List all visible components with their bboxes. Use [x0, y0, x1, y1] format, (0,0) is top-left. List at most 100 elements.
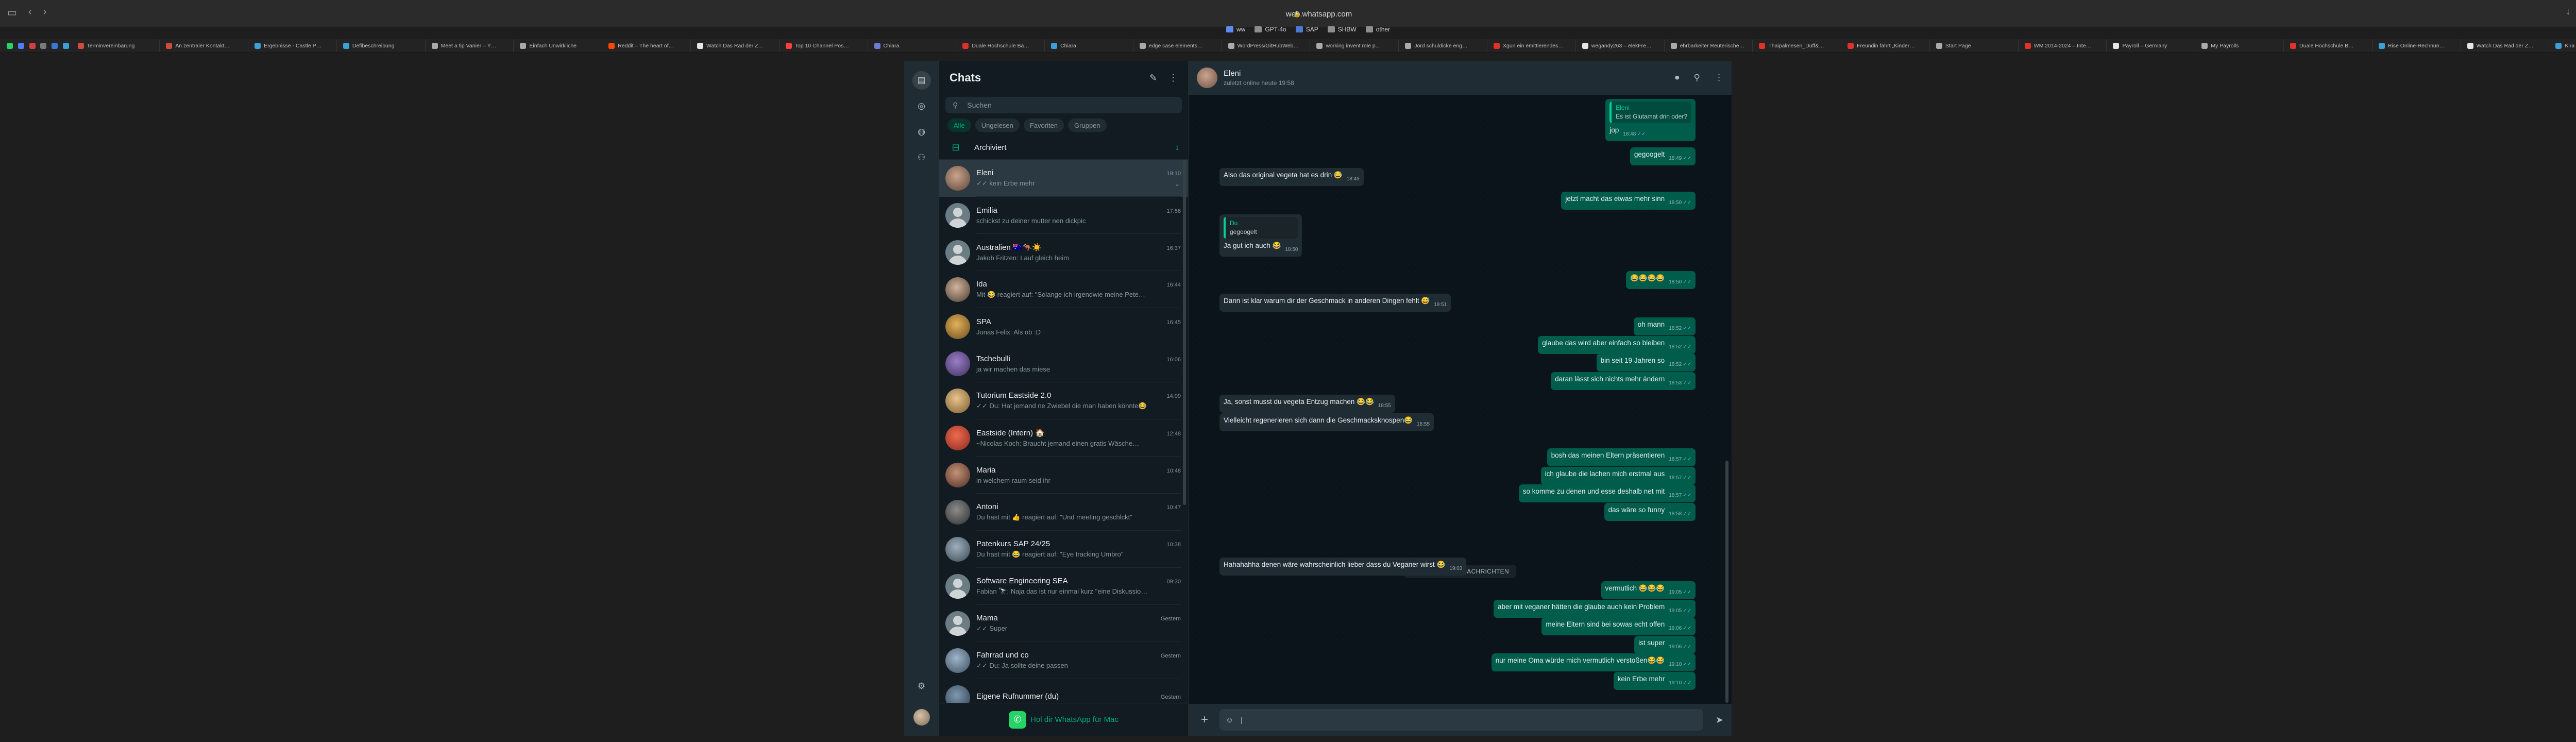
chat-list-item[interactable]: SPA 16:45 Jonas Felix: Als ob :D: [939, 308, 1188, 345]
conversation-menu-icon[interactable]: ⋮: [1715, 73, 1723, 83]
browser-tab[interactable]: Start Page: [1930, 39, 2019, 52]
outgoing-message[interactable]: aber mit veganer hätten die glaube auch …: [1493, 600, 1696, 618]
browser-tab[interactable]: Payroll – Germany: [2107, 39, 2196, 52]
bookmark-item[interactable]: SAP: [1295, 26, 1318, 33]
filter-chip[interactable]: Favoriten: [1023, 119, 1064, 132]
forward-icon[interactable]: ›: [43, 6, 47, 19]
chat-list-item[interactable]: Mama Gestern ✓✓ Super: [939, 605, 1188, 642]
browser-tab[interactable]: Einfach Unwirkliche: [514, 39, 603, 52]
chat-list-item[interactable]: Maria 10:48 in welchem raum seid ihr: [939, 457, 1188, 494]
filter-chip[interactable]: Gruppen: [1068, 119, 1107, 132]
outgoing-message[interactable]: vermutlich 😂😂😂 19:05 ✓✓: [1601, 581, 1696, 599]
incoming-message[interactable]: Vielleicht regenerieren sich dann die Ge…: [1219, 413, 1434, 431]
chat-list-scrollbar[interactable]: [1183, 160, 1187, 736]
browser-tab[interactable]: Duale Hochschule Ba…: [956, 39, 1045, 52]
outgoing-message[interactable]: Eleni Es ist Glutamat drin oder? jop 18:48 ✓…: [1605, 99, 1696, 141]
quoted-message[interactable]: Du gegoogelt: [1224, 217, 1298, 239]
browser-tab[interactable]: Chiara: [1045, 39, 1133, 52]
incoming-message[interactable]: Hahahahha denen wäre wahrscheinlich lieb…: [1219, 558, 1467, 576]
outgoing-message[interactable]: bin seit 19 Jahren so 18:52 ✓✓: [1596, 353, 1696, 372]
pinned-tab[interactable]: [4, 40, 15, 52]
chat-list-item[interactable]: Tschebulli 16:06 ja wir machen das miese: [939, 345, 1188, 382]
video-call-icon[interactable]: ⏺: [1675, 73, 1680, 83]
browser-tab[interactable]: Watch Das Rad der Z…: [2461, 39, 2550, 52]
bookmark-item[interactable]: other: [1365, 26, 1390, 33]
browser-tab[interactable]: My Payrolls: [2195, 39, 2284, 52]
browser-tab[interactable]: wegandy263 – elekFre…: [1576, 39, 1665, 52]
browser-tab[interactable]: Meet a tip Vanier – Y…: [426, 39, 514, 52]
communities-icon[interactable]: ⚇: [912, 148, 931, 167]
browser-tab[interactable]: Ergebnisse - Castle P…: [248, 39, 337, 52]
chat-list-item[interactable]: Emilia 17:56 schickst zu deiner mutter nen…: [939, 197, 1188, 234]
outgoing-message[interactable]: daran lässt sich nichts mehr ändern 18:53…: [1551, 372, 1696, 390]
chat-list-item[interactable]: Software Engineering SEA 09:30 Fabian 🔭: N…: [939, 568, 1188, 605]
search-messages-icon[interactable]: ⚲: [1694, 73, 1700, 83]
pinned-tab[interactable]: [27, 40, 38, 52]
browser-tab[interactable]: WordPress/GitHubWeb…: [1222, 39, 1311, 52]
browser-tab[interactable]: Chiara: [868, 39, 957, 52]
outgoing-message[interactable]: ist super 19:06 ✓✓: [1634, 636, 1696, 654]
browser-tab[interactable]: WM 2014-2024 – Inte…: [2019, 39, 2107, 52]
browser-tab[interactable]: Reddit – The heart of…: [602, 39, 691, 52]
browser-tab[interactable]: Kira heinrsigt – Goog…: [2549, 40, 2576, 52]
bookmark-item[interactable]: ww: [1226, 26, 1245, 33]
channels-icon[interactable]: ◍: [912, 123, 931, 141]
chevron-down-icon[interactable]: ⌄: [1175, 180, 1180, 188]
outgoing-message[interactable]: nur meine Oma würde mich vermutlich vers…: [1491, 653, 1696, 671]
browser-tab[interactable]: Watch Das Rad der Z…: [691, 39, 779, 52]
bookmark-item[interactable]: SHBW: [1327, 26, 1357, 33]
message-scrollbar[interactable]: [1725, 100, 1730, 703]
pinned-tab[interactable]: [38, 40, 49, 52]
new-chat-icon[interactable]: ✎: [1149, 73, 1157, 83]
chat-list-item[interactable]: Ida 16:44 Mit 😂 reagiert auf: "Solange ich…: [939, 271, 1188, 308]
message-area[interactable]: 7 UNGELESENE NACHRICHTEN EleniEs ist Glu…: [1189, 95, 1732, 704]
message-input-box[interactable]: ☺: [1219, 709, 1703, 731]
browser-tab[interactable]: edge case elements…: [1133, 39, 1222, 52]
incoming-message[interactable]: Du gegoogelt Ja gut ich auch 😂 18:50: [1219, 214, 1302, 257]
browser-tab[interactable]: Thaipalmesen_Duff&…: [1753, 39, 1842, 52]
message-input[interactable]: [1241, 715, 1697, 724]
emoji-icon[interactable]: ☺: [1226, 716, 1233, 724]
browser-tab[interactable]: An zentraler Kontakt…: [160, 39, 249, 52]
browser-tab[interactable]: Top 10 Channel Pos…: [779, 39, 868, 52]
outgoing-message[interactable]: so komme zu denen und esse deshalb net m…: [1518, 484, 1696, 502]
chat-list-item[interactable]: Eleni 19:10 ✓✓ kein Erbe mehr ⌄: [939, 160, 1188, 197]
outgoing-message[interactable]: bosh das meinen Eltern präsentieren 18:57…: [1547, 448, 1696, 466]
outgoing-message[interactable]: kein Erbe mehr 19:10 ✓✓: [1613, 672, 1696, 690]
pinned-tab[interactable]: [15, 40, 27, 52]
browser-tab[interactable]: Terminvereinbarung: [72, 39, 160, 52]
quoted-message[interactable]: Eleni Es ist Glutamat drin oder?: [1609, 102, 1691, 123]
filter-chip[interactable]: Ungelesen: [975, 119, 1020, 132]
search-bar[interactable]: ⚲: [945, 97, 1182, 113]
outgoing-message[interactable]: oh mann 18:52 ✓✓: [1633, 317, 1696, 335]
outgoing-message[interactable]: glaube das wird aber einfach so bleiben 1…: [1538, 336, 1696, 354]
filter-chip[interactable]: Alle: [947, 119, 971, 132]
browser-tab[interactable]: ehrbarkeiter Reuterische…: [1665, 39, 1753, 52]
menu-icon[interactable]: ⋮: [1168, 73, 1178, 83]
browser-tab[interactable]: working invent role p…: [1310, 39, 1399, 52]
outgoing-message[interactable]: meine Eltern sind bei sowas echt offen 19…: [1541, 617, 1696, 635]
chat-list-item[interactable]: Tutorium Eastside 2.0 14:09 ✓✓ Du: Hat jem…: [939, 382, 1188, 419]
profile-avatar[interactable]: [913, 709, 930, 726]
pinned-tab[interactable]: [49, 40, 60, 52]
chat-list-item[interactable]: Patenkurs SAP 24/25 10:38 Du hast mit 😂 re…: [939, 531, 1188, 568]
browser-tab[interactable]: Xgun ein emittierendes…: [1487, 39, 1576, 52]
download-icon[interactable]: ↓: [2566, 6, 2571, 17]
browser-tab[interactable]: Defibeschreibung: [337, 39, 426, 52]
sidebar-toggle-icon[interactable]: ▭: [7, 6, 17, 19]
browser-tab[interactable]: Freundin fährt „Kinder…: [1841, 39, 1930, 52]
outgoing-message[interactable]: das wäre so funny 18:58 ✓✓: [1604, 503, 1696, 521]
chats-icon[interactable]: ▤: [912, 71, 931, 90]
status-icon[interactable]: ◎: [912, 97, 931, 115]
pinned-tab[interactable]: [60, 40, 72, 52]
outgoing-message[interactable]: jetzt macht das etwas mehr sinn 18:50 ✓✓: [1561, 192, 1696, 210]
chat-list-item[interactable]: Australien 🇦🇺🦘☀️ 16:37 Jakob Fritzen: Lauf…: [939, 234, 1188, 271]
bookmark-item[interactable]: GPT-4o: [1255, 26, 1286, 33]
incoming-message[interactable]: Ja, sonst musst du vegeta Entzug machen …: [1219, 395, 1395, 413]
chat-list-item[interactable]: Eastside (Intern) 🏠 12:48 ~Nicolas Koch: B…: [939, 419, 1188, 457]
address-bar[interactable]: 🔒 web.whatsapp.com: [1175, 6, 1463, 22]
archived-row[interactable]: ⊟ Archiviert 1: [939, 136, 1188, 160]
settings-icon[interactable]: ⚙: [912, 677, 931, 696]
contact-avatar[interactable]: [1197, 68, 1217, 88]
outgoing-message[interactable]: 😂😂😂😂 18:50 ✓✓: [1625, 271, 1696, 289]
